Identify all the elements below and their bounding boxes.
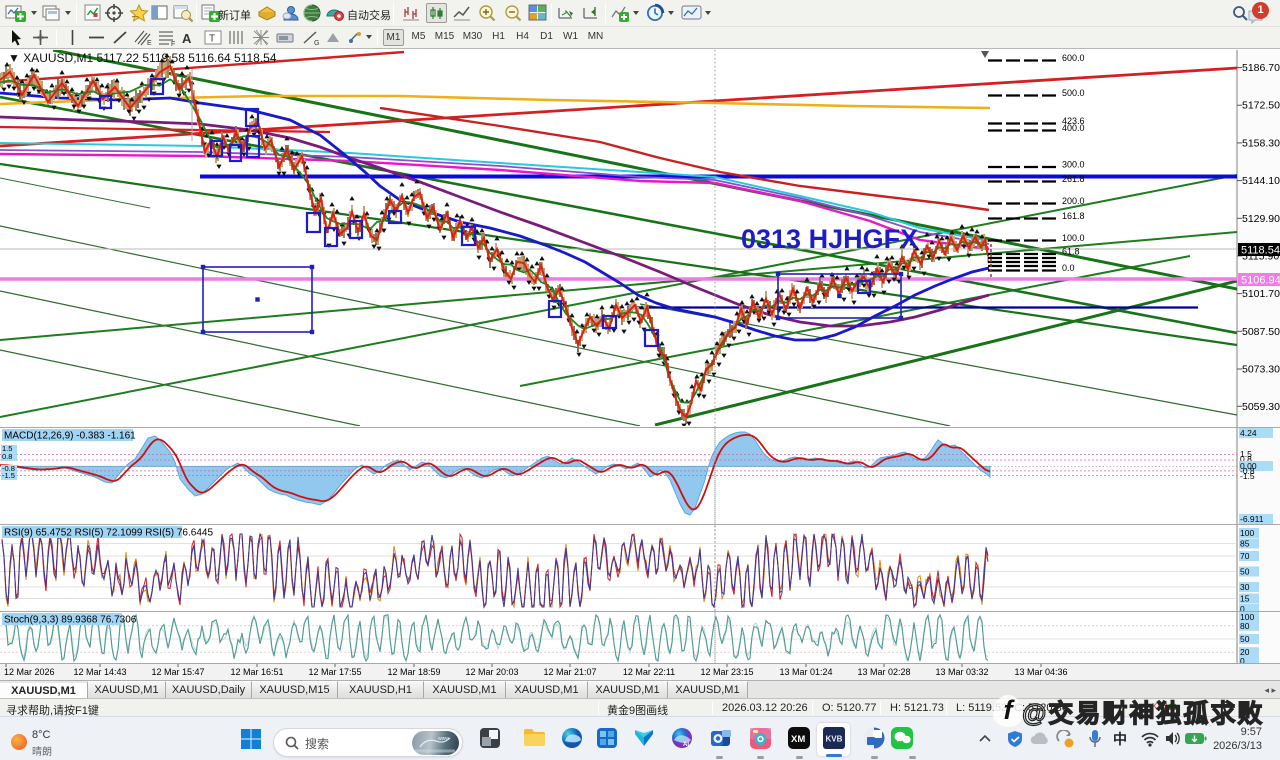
svg-text:5172.50: 5172.50: [1242, 100, 1280, 112]
svg-text:5158.30: 5158.30: [1242, 137, 1280, 149]
svg-text:4.24: 4.24: [1240, 428, 1257, 438]
svg-text:KVB: KVB: [826, 735, 843, 744]
svg-text:5106.94: 5106.94: [1241, 275, 1280, 287]
svg-text:50: 50: [1240, 634, 1250, 644]
svg-text:70: 70: [1240, 551, 1250, 561]
svg-text:5144.10: 5144.10: [1242, 175, 1280, 187]
svg-text:13 Mar 02:28: 13 Mar 02:28: [857, 667, 910, 677]
svg-text:80: 80: [1240, 621, 1250, 631]
svg-text:Stoch(9,3,3) 89.9368 76.7306: Stoch(9,3,3) 89.9368 76.7306: [4, 615, 137, 626]
svg-text:-1.5: -1.5: [2, 471, 15, 480]
svg-text:12 Mar 23:15: 12 Mar 23:15: [700, 667, 753, 677]
svg-text:12 Mar 16:51: 12 Mar 16:51: [230, 667, 283, 677]
svg-text:200.0: 200.0: [1062, 196, 1085, 206]
svg-text:5101.70: 5101.70: [1242, 288, 1280, 300]
svg-text:G: G: [314, 40, 319, 46]
svg-text:12 Mar 21:07: 12 Mar 21:07: [543, 667, 596, 677]
svg-text:261.8: 261.8: [1062, 174, 1085, 184]
svg-text:F: F: [171, 41, 175, 46]
svg-text:300.0: 300.0: [1062, 160, 1085, 170]
svg-text:T: T: [209, 34, 215, 45]
svg-text:5073.30: 5073.30: [1242, 364, 1280, 376]
svg-text:0313 HJHGFX: 0313 HJHGFX: [741, 224, 918, 254]
svg-text:100: 100: [1240, 528, 1254, 538]
svg-text:161.8: 161.8: [1062, 211, 1085, 221]
svg-text:12 Mar 17:55: 12 Mar 17:55: [308, 667, 361, 677]
svg-text:400.0: 400.0: [1062, 123, 1085, 133]
svg-text:5087.50: 5087.50: [1242, 326, 1280, 338]
svg-text:600.0: 600.0: [1062, 53, 1085, 63]
svg-text:0.0: 0.0: [1062, 263, 1075, 273]
svg-text:13 Mar 01:24: 13 Mar 01:24: [779, 667, 832, 677]
svg-text:-6.911: -6.911: [1240, 514, 1264, 524]
svg-text:30: 30: [1240, 582, 1250, 592]
svg-text:RSI(9) 65.4752 RSI(5) 72.1099: RSI(9) 65.4752 RSI(5) 72.1099 RSI(5) 76.…: [4, 528, 213, 539]
svg-text:13 Mar 04:36: 13 Mar 04:36: [1014, 667, 1067, 677]
svg-text:12 Mar 20:03: 12 Mar 20:03: [465, 667, 518, 677]
svg-text:AI: AI: [683, 742, 689, 748]
svg-text:15: 15: [1240, 594, 1250, 604]
svg-text:▼ XAUUSD,M1 5117.22 5119.58 5: ▼ XAUUSD,M1 5117.22 5119.58 5116.64 5118…: [8, 51, 277, 65]
svg-text:12 Mar 14:43: 12 Mar 14:43: [73, 667, 126, 677]
svg-text:XM: XM: [791, 734, 805, 745]
svg-text:-1.5: -1.5: [1240, 471, 1255, 481]
svg-text:12 Mar 15:47: 12 Mar 15:47: [151, 667, 204, 677]
svg-text:5129.90: 5129.90: [1242, 213, 1280, 225]
svg-text:A: A: [182, 31, 192, 46]
svg-text:MACD(12,26,9) -0.383 -1.161: MACD(12,26,9) -0.383 -1.161: [4, 431, 136, 442]
svg-text:5186.70: 5186.70: [1242, 62, 1280, 74]
svg-text:0.8: 0.8: [2, 452, 12, 461]
svg-text:50: 50: [1240, 567, 1250, 577]
svg-text:12 Mar 18:59: 12 Mar 18:59: [387, 667, 440, 677]
svg-text:500.0: 500.0: [1062, 88, 1085, 98]
svg-text:www: www: [438, 736, 449, 742]
svg-text:5059.30: 5059.30: [1242, 401, 1280, 413]
svg-text:12 Mar 22:11: 12 Mar 22:11: [623, 667, 675, 677]
svg-text:E: E: [147, 40, 152, 46]
svg-text:61.8: 61.8: [1062, 247, 1080, 257]
svg-text:85: 85: [1240, 539, 1250, 549]
svg-text:13 Mar 03:32: 13 Mar 03:32: [935, 667, 988, 677]
svg-text:5118.54: 5118.54: [1241, 245, 1280, 257]
svg-text:100.0: 100.0: [1062, 233, 1085, 243]
svg-text:12 Mar 2026: 12 Mar 2026: [4, 667, 55, 677]
